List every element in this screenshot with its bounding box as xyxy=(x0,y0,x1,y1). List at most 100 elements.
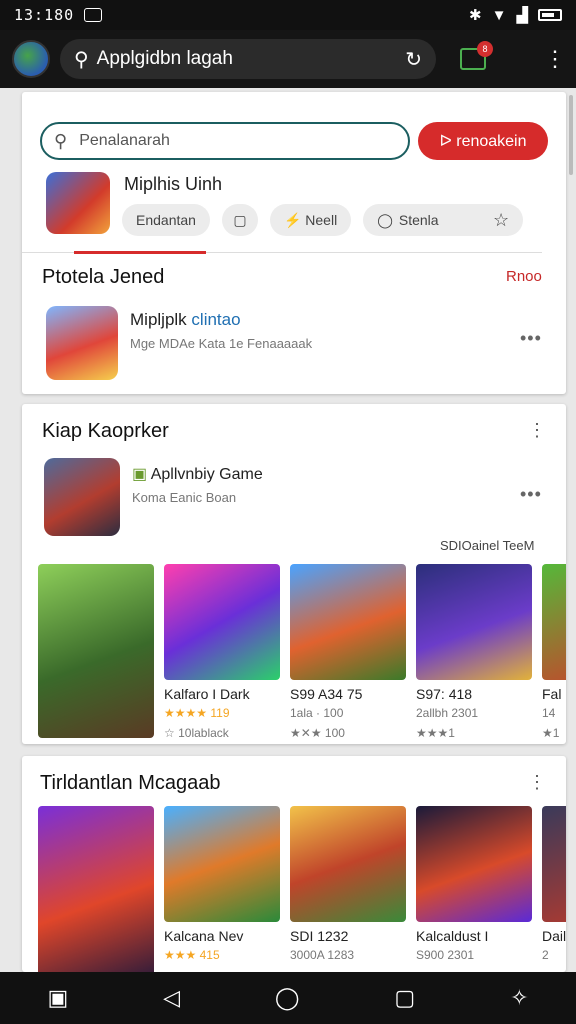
section-tag: SDIOainel TeeM xyxy=(440,538,535,553)
chip-stenla[interactable]: ◯ Stenla ☆ xyxy=(363,204,524,236)
game-cover xyxy=(38,564,154,738)
back-icon[interactable]: ◁ xyxy=(163,985,180,1011)
search-icon: ⚲ xyxy=(74,48,89,71)
notification-icon xyxy=(84,8,103,22)
game-meta: 2allbh 2301 xyxy=(416,706,479,720)
assistant-icon[interactable]: ✧ xyxy=(510,985,528,1011)
game-cover xyxy=(416,806,532,922)
game-tile[interactable]: S99 A34 75 1ala · 100 ★✕★ 100 xyxy=(290,564,406,740)
game-title: Fal xyxy=(542,686,562,702)
game-tile[interactable]: Kalcaldust I S900 2301 xyxy=(416,806,532,972)
search-icon: ⚲ xyxy=(54,130,68,151)
section-app-title: ▣ Apllvnbiy Game xyxy=(132,464,263,484)
tabs-button[interactable]: 8 xyxy=(460,41,493,70)
system-nav-bar: ▣ ◁ ◯ ▢ ✧ xyxy=(0,972,576,1024)
game-cover xyxy=(38,806,154,972)
game-tile[interactable] xyxy=(38,564,154,740)
game-rating: ★1 xyxy=(542,726,560,740)
game-tile[interactable]: Fal 14 ★1 xyxy=(542,564,566,740)
game-title: Kalcaldust I xyxy=(416,928,489,944)
game-cover xyxy=(164,564,280,680)
game-tile[interactable]: S97: 418 2allbh 2301 ★★★1 xyxy=(416,564,532,740)
featured-title: Ptotela Jened xyxy=(42,266,165,288)
wifi-icon: ▼ xyxy=(491,6,507,24)
bluetooth-icon: ✱ xyxy=(469,7,482,24)
game-carousel[interactable]: Kalfaro I Dark ★★★★ 119 ☆ 10lablack S99 … xyxy=(38,564,566,740)
game-title: SDI 1232 xyxy=(290,928,349,944)
chip-endantan[interactable]: Endantan xyxy=(122,204,210,236)
more-link[interactable]: Rnoo xyxy=(506,268,542,285)
game-meta: ☆ 10lablack xyxy=(164,726,229,740)
status-icons: ✱ ▼ ▟ xyxy=(469,6,562,24)
profile-avatar[interactable] xyxy=(12,40,50,78)
battery-icon xyxy=(538,9,562,21)
featured-app-title: Mipljplk clintao xyxy=(130,310,241,330)
controller-icon: ▣ xyxy=(132,466,148,483)
chip-stenla-label: Stenla xyxy=(398,212,439,228)
browser-menu-icon[interactable]: ⋮ xyxy=(544,46,566,72)
featured-app-icon[interactable] xyxy=(46,306,118,380)
chip-row: Endantan ▢ ⚡ Neell ◯ Stenla ☆ xyxy=(122,204,524,236)
section-app-subtitle: Koma Eanic Boan xyxy=(132,490,237,505)
featured-app-title-b: clintao xyxy=(191,310,241,329)
more-options-icon[interactable]: ••• xyxy=(520,328,542,349)
game-title: Kalfaro I Dark xyxy=(164,686,250,702)
recents-icon[interactable]: ▢ xyxy=(394,985,415,1011)
scrollbar[interactable] xyxy=(569,95,573,175)
game-meta: 3000A 1283 xyxy=(290,948,355,962)
game-cover xyxy=(542,806,566,922)
section-card-1: Kiap Kaoprker ⋮ ▣ Apllvnbiy Game Koma Ea… xyxy=(22,404,566,744)
screenshot-icon[interactable]: ▣ xyxy=(47,985,68,1011)
search-placeholder: Penalanarah xyxy=(79,132,170,149)
section-app-icon[interactable] xyxy=(44,458,120,536)
game-cover xyxy=(416,564,532,680)
star-icon[interactable]: ☆ xyxy=(493,210,509,231)
game-tile[interactable]: Kalfaro I Dark ★★★★ 119 ☆ 10lablack xyxy=(164,564,280,740)
search-input[interactable]: ⚲ Penalanarah xyxy=(40,122,410,160)
game-meta: S900 2301 xyxy=(416,948,475,962)
chat-icon: ◯ xyxy=(377,211,393,228)
game-title: Dail xyxy=(542,928,566,944)
game-cover xyxy=(290,806,406,922)
status-bar: 13:180 ✱ ▼ ▟ xyxy=(0,0,576,30)
chip-neell[interactable]: ⚡ Neell xyxy=(269,204,352,236)
search-button[interactable]: ᐅ renoakein xyxy=(418,122,548,160)
status-time: 13:180 xyxy=(14,6,75,24)
game-rating: ★★★ 415 xyxy=(164,948,220,962)
game-rating: ★★★★ 119 xyxy=(164,706,230,720)
game-tile[interactable] xyxy=(38,806,154,972)
omnibox-text: Applgidbn lagah xyxy=(96,48,233,69)
section-title: Tirldantlan Mcagaab xyxy=(40,772,221,794)
section-menu-icon[interactable]: ⋮ xyxy=(528,420,546,441)
app-title: Miplhis Uinh xyxy=(124,174,223,194)
omnibox[interactable]: ⚲ Applgidbn lagah ↻ xyxy=(60,39,436,79)
game-title: S99 A34 75 xyxy=(290,686,363,702)
section-app-title-text: Apllvnbiy Game xyxy=(150,466,263,483)
app-icon[interactable] xyxy=(46,172,110,234)
game-rating: ★★★1 xyxy=(416,726,455,740)
section-menu-icon[interactable]: ⋮ xyxy=(528,772,546,793)
game-cover xyxy=(290,564,406,680)
bookmark-icon: ▢ xyxy=(233,211,247,228)
browser-toolbar: ⚲ Applgidbn lagah ↻ 8 ⋮ xyxy=(0,30,576,88)
game-tile[interactable]: Kalcana Nev ★★★ 415 xyxy=(164,806,280,972)
section-card-2: Tirldantlan Mcagaab ⋮ Kalcana Nev ★★★ 41… xyxy=(22,756,566,972)
reload-icon[interactable]: ↻ xyxy=(405,47,422,72)
section-title: Kiap Kaoprker xyxy=(42,420,169,442)
game-cover xyxy=(164,806,280,922)
game-carousel[interactable]: Kalcana Nev ★★★ 415 SDI 1232 3000A 1283 … xyxy=(38,806,566,972)
game-meta: 1ala · 100 xyxy=(290,706,344,720)
game-tile[interactable]: SDI 1232 3000A 1283 xyxy=(290,806,406,972)
game-rating: ★✕★ 100 xyxy=(290,726,345,740)
bookmark-chip[interactable]: ▢ xyxy=(221,204,258,236)
active-tab-indicator xyxy=(74,251,206,254)
game-title: S97: 418 xyxy=(416,686,473,702)
game-meta: 2 xyxy=(542,948,549,962)
more-options-icon[interactable]: ••• xyxy=(520,484,542,505)
signal-icon: ▟ xyxy=(516,7,528,24)
game-tile[interactable]: Dail 2 xyxy=(542,806,566,972)
featured-app-subtitle: Mge MDAe Kata 1e Fenaaaaak xyxy=(130,336,313,351)
game-title: Kalcana Nev xyxy=(164,928,244,944)
home-icon[interactable]: ◯ xyxy=(275,985,300,1011)
tab-count-badge: 8 xyxy=(477,41,493,57)
